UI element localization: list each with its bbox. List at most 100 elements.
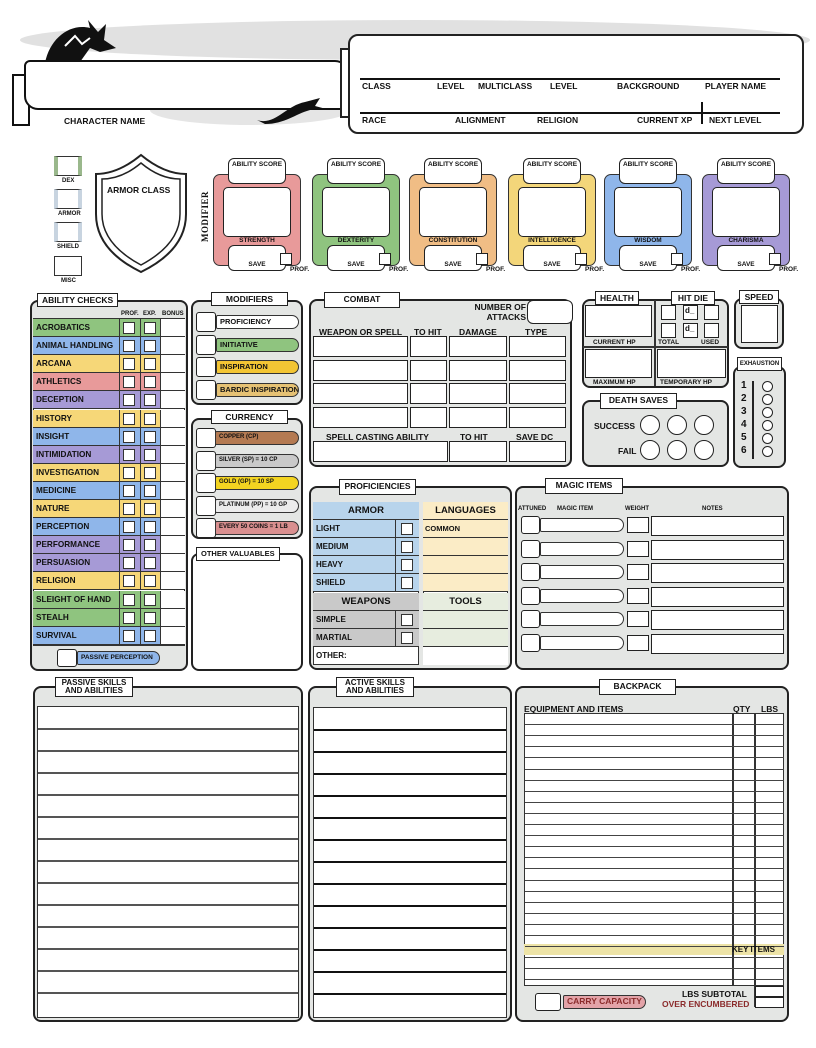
saving-throw-field[interactable]: SAVE bbox=[424, 245, 482, 271]
lbs-subtotal-field[interactable] bbox=[755, 986, 784, 997]
weapon-proficiency-checkbox[interactable] bbox=[401, 614, 413, 626]
skill-expertise-checkbox[interactable] bbox=[144, 322, 156, 334]
skill-proficiency-checkbox[interactable] bbox=[123, 412, 135, 425]
damage-field[interactable] bbox=[449, 359, 507, 381]
magic-item-field[interactable] bbox=[540, 612, 624, 626]
carry-capacity-field[interactable] bbox=[535, 993, 561, 1011]
saving-throw-field[interactable]: SAVE bbox=[717, 245, 775, 271]
save-proficiency-checkbox[interactable] bbox=[671, 253, 683, 265]
skill-expertise-checkbox[interactable] bbox=[144, 340, 156, 353]
death-save-fail-circle[interactable] bbox=[694, 440, 714, 460]
weapon-field[interactable] bbox=[313, 406, 408, 428]
skill-bonus-field[interactable] bbox=[160, 427, 185, 445]
exhaustion-level-circle[interactable] bbox=[762, 407, 773, 418]
save-proficiency-checkbox[interactable] bbox=[379, 253, 391, 265]
skill-proficiency-checkbox[interactable] bbox=[123, 358, 135, 371]
ability-score-field[interactable]: ABILITY SCORE bbox=[523, 158, 581, 184]
magic-item-weight-field[interactable] bbox=[627, 587, 649, 604]
armor-proficiency-checkbox[interactable] bbox=[401, 577, 413, 589]
to-hit-field[interactable] bbox=[410, 359, 447, 381]
ability-score-field[interactable]: ABILITY SCORE bbox=[619, 158, 677, 184]
exhaustion-level-circle[interactable] bbox=[762, 446, 773, 457]
magic-item-notes-field[interactable] bbox=[651, 563, 784, 583]
number-of-attacks-field[interactable] bbox=[527, 300, 573, 324]
death-save-fail-circle[interactable] bbox=[667, 440, 687, 460]
skill-proficiency-checkbox[interactable] bbox=[123, 430, 135, 443]
attuned-toggle[interactable] bbox=[521, 516, 540, 534]
skill-bonus-field[interactable] bbox=[160, 626, 185, 644]
attuned-toggle[interactable] bbox=[521, 539, 540, 558]
spellcasting-ability-field[interactable] bbox=[313, 441, 448, 462]
weapon-field[interactable] bbox=[313, 359, 408, 381]
magic-item-notes-field[interactable] bbox=[651, 586, 784, 607]
save-proficiency-checkbox[interactable] bbox=[280, 253, 292, 265]
tool-row[interactable] bbox=[423, 629, 508, 647]
dex-ac-field[interactable] bbox=[54, 156, 82, 176]
other-valuables-field[interactable] bbox=[191, 553, 303, 671]
hit-die-type-field[interactable]: d_ bbox=[683, 305, 698, 320]
magic-item-field[interactable] bbox=[540, 635, 624, 650]
skill-proficiency-checkbox[interactable] bbox=[123, 466, 135, 479]
death-save-fail-circle[interactable] bbox=[640, 440, 660, 460]
magic-item-weight-field[interactable] bbox=[627, 634, 649, 651]
hit-die-total-field[interactable] bbox=[661, 323, 676, 338]
magic-item-notes-field[interactable] bbox=[651, 539, 784, 560]
skill-expertise-checkbox[interactable] bbox=[144, 430, 156, 443]
ability-modifier-field[interactable] bbox=[223, 187, 291, 237]
skill-expertise-checkbox[interactable] bbox=[144, 376, 156, 389]
skill-proficiency-checkbox[interactable] bbox=[123, 557, 135, 570]
skill-proficiency-checkbox[interactable] bbox=[123, 503, 135, 515]
saving-throw-field[interactable]: SAVE bbox=[228, 245, 286, 271]
ability-score-field[interactable]: ABILITY SCORE bbox=[327, 158, 385, 184]
hit-die-total-field[interactable] bbox=[661, 305, 676, 320]
language-row[interactable] bbox=[423, 574, 508, 592]
skill-proficiency-checkbox[interactable] bbox=[123, 593, 135, 606]
attuned-toggle[interactable] bbox=[521, 563, 540, 581]
skill-expertise-checkbox[interactable] bbox=[144, 557, 156, 570]
skill-expertise-checkbox[interactable] bbox=[144, 593, 156, 606]
currency-value-field[interactable] bbox=[196, 428, 216, 448]
passive-perception-field[interactable] bbox=[57, 649, 77, 667]
tool-row[interactable] bbox=[423, 647, 508, 665]
save-proficiency-checkbox[interactable] bbox=[575, 253, 587, 265]
skill-expertise-checkbox[interactable] bbox=[144, 503, 156, 515]
skill-bonus-field[interactable] bbox=[160, 463, 185, 481]
ability-modifier-field[interactable] bbox=[712, 187, 780, 237]
skill-bonus-field[interactable] bbox=[160, 409, 185, 427]
weapon-field[interactable] bbox=[313, 383, 408, 404]
skill-bonus-field[interactable] bbox=[160, 536, 185, 554]
death-save-success-circle[interactable] bbox=[640, 415, 660, 435]
ability-score-field[interactable]: ABILITY SCORE bbox=[424, 158, 482, 184]
skill-bonus-field[interactable] bbox=[160, 391, 185, 409]
armor-ac-field[interactable] bbox=[54, 189, 82, 209]
skill-expertise-checkbox[interactable] bbox=[144, 629, 156, 642]
skill-bonus-field[interactable] bbox=[160, 518, 185, 536]
exhaustion-level-circle[interactable] bbox=[762, 381, 773, 392]
magic-item-weight-field[interactable] bbox=[627, 564, 649, 580]
skill-proficiency-checkbox[interactable] bbox=[123, 340, 135, 353]
skill-bonus-field[interactable] bbox=[160, 500, 185, 517]
ability-score-field[interactable]: ABILITY SCORE bbox=[228, 158, 286, 184]
attuned-toggle[interactable] bbox=[521, 610, 540, 628]
armor-proficiency-checkbox[interactable] bbox=[401, 541, 413, 553]
skill-proficiency-checkbox[interactable] bbox=[123, 376, 135, 389]
attuned-toggle[interactable] bbox=[521, 633, 540, 652]
language-row[interactable] bbox=[423, 538, 508, 556]
skill-bonus-field[interactable] bbox=[160, 373, 185, 391]
type-field[interactable] bbox=[509, 406, 566, 428]
modifier-value-field[interactable] bbox=[196, 357, 216, 377]
weapon-proficiency-checkbox[interactable] bbox=[401, 632, 413, 644]
exhaustion-level-circle[interactable] bbox=[762, 433, 773, 444]
hit-die-used-field[interactable] bbox=[704, 323, 719, 338]
armor-proficiency-checkbox[interactable] bbox=[401, 523, 413, 535]
exhaustion-level-circle[interactable] bbox=[762, 394, 773, 405]
modifier-value-field[interactable] bbox=[196, 312, 216, 332]
death-save-success-circle[interactable] bbox=[667, 415, 687, 435]
skill-proficiency-checkbox[interactable] bbox=[123, 575, 135, 588]
skill-expertise-checkbox[interactable] bbox=[144, 539, 156, 552]
magic-item-notes-field[interactable] bbox=[651, 516, 784, 536]
current-hp-field[interactable] bbox=[585, 305, 652, 337]
currency-value-field[interactable] bbox=[196, 450, 216, 471]
currency-value-field[interactable] bbox=[196, 473, 216, 493]
hit-die-used-field[interactable] bbox=[704, 305, 719, 320]
